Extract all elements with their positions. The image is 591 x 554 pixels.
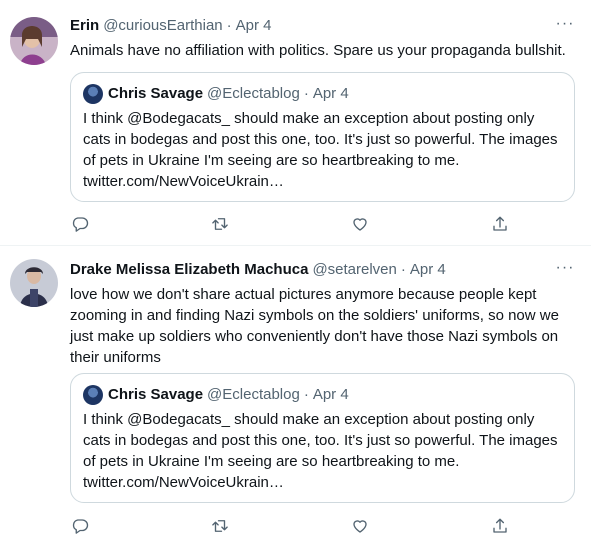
quoted-tweet[interactable]: Chris Savage @Eclectablog · Apr 4 I thin… [70,373,575,503]
separator: · [400,261,406,278]
author-handle[interactable]: @curiousEarthian [103,16,222,36]
avatar-photo [10,259,58,307]
quoted-author-handle: @Eclectablog [207,85,300,102]
quoted-avatar [83,385,103,405]
quoted-tweet-header: Chris Savage @Eclectablog · Apr 4 [83,385,562,405]
quoted-tweet-header: Chris Savage @Eclectablog · Apr 4 [83,84,562,104]
like-icon[interactable] [350,516,370,536]
quoted-author-name: Chris Savage [108,85,204,102]
reply-icon[interactable] [70,516,90,536]
like-icon[interactable] [350,214,370,234]
avatar[interactable] [10,259,58,307]
quoted-tweet-date: Apr 4 [312,386,349,403]
tweet-text: Animals have no affiliation with politic… [70,42,566,59]
tweet-header: Erin @curiousEarthian · Apr 4 [70,16,575,36]
tweet-feed: Erin @curiousEarthian · Apr 4 ··· Animal… [0,0,591,554]
more-icon[interactable]: ··· [555,260,575,278]
quoted-tweet-date: Apr 4 [312,85,349,102]
tweet-header: Drake Melissa Elizabeth Machuca @setarel… [70,260,575,280]
retweet-icon[interactable] [210,516,230,536]
author-handle[interactable]: @setarelven [312,260,396,280]
separator: · [303,386,309,403]
more-icon[interactable]: ··· [555,16,575,34]
retweet-icon[interactable] [210,214,230,234]
quoted-author-handle: @Eclectablog [207,386,300,403]
avatar-photo [10,17,58,65]
reply-icon[interactable] [70,214,90,234]
avatar[interactable] [10,17,58,65]
tweet-date[interactable]: Apr 4 [236,16,272,36]
quoted-tweet-text: I think @Bodegacats_ should make an exce… [83,411,558,491]
share-icon[interactable] [490,516,510,536]
tweet-date[interactable]: Apr 4 [410,260,446,280]
tweet-content: Drake Melissa Elizabeth Machuca @setarel… [70,260,575,368]
author-name[interactable]: Erin [70,16,99,36]
share-icon[interactable] [490,214,510,234]
separator: · [226,17,232,34]
quoted-tweet-text: I think @Bodegacats_ should make an exce… [83,110,558,190]
tweet-text: love how we don't share actual pictures … [70,286,559,366]
tweet-actions [70,214,510,234]
tweet[interactable]: Erin @curiousEarthian · Apr 4 ··· Animal… [0,0,591,246]
quoted-tweet[interactable]: Chris Savage @Eclectablog · Apr 4 I thin… [70,72,575,202]
quoted-author-name: Chris Savage [108,386,204,403]
tweet[interactable]: Drake Melissa Elizabeth Machuca @setarel… [0,246,591,554]
author-name[interactable]: Drake Melissa Elizabeth Machuca [70,260,308,280]
quoted-avatar [83,84,103,104]
tweet-actions [70,516,510,536]
separator: · [303,85,309,102]
tweet-content: Erin @curiousEarthian · Apr 4 ··· Animal… [70,16,575,61]
